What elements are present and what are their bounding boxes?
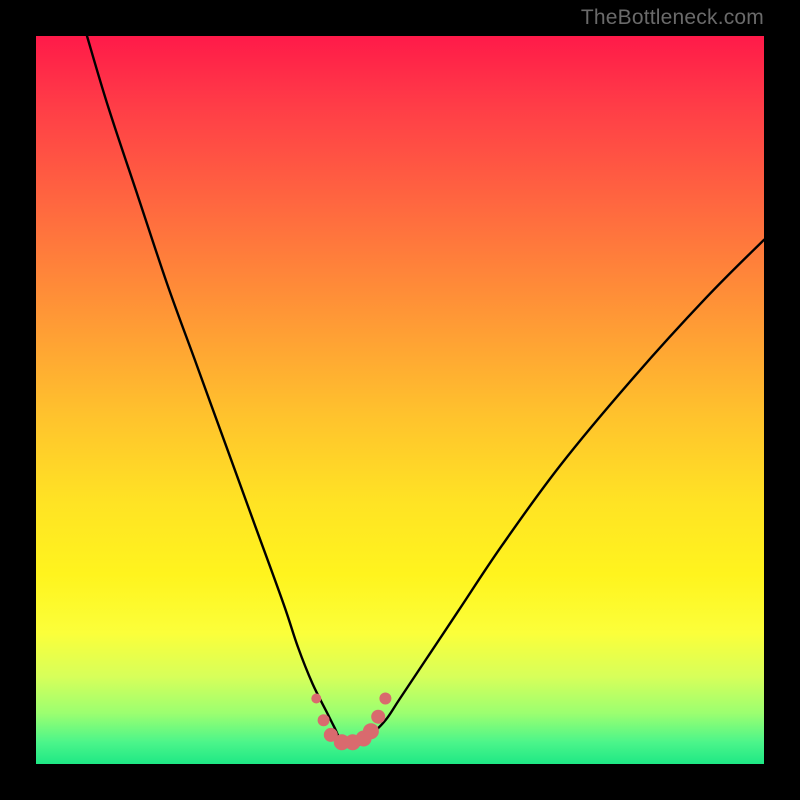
trough-dot bbox=[311, 694, 321, 704]
plot-area bbox=[36, 36, 764, 764]
trough-dot bbox=[379, 693, 391, 705]
trough-dot bbox=[363, 723, 379, 739]
attribution-text: TheBottleneck.com bbox=[581, 6, 764, 30]
trough-dot bbox=[318, 714, 330, 726]
chart-svg bbox=[36, 36, 764, 764]
bottleneck-curve bbox=[87, 36, 764, 746]
trough-dot bbox=[371, 710, 385, 724]
trough-dots bbox=[311, 693, 391, 751]
outer-frame: TheBottleneck.com bbox=[0, 0, 800, 800]
